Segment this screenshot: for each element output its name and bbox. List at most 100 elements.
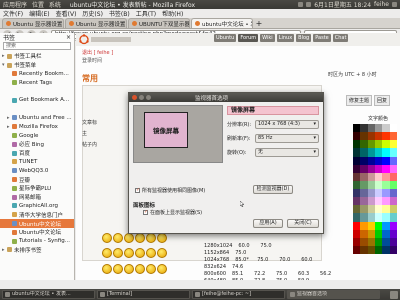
color-swatch[interactable] [353, 180, 361, 189]
smiley-icon[interactable] [146, 263, 156, 274]
color-swatch[interactable] [382, 221, 390, 230]
color-swatch[interactable] [375, 189, 383, 198]
close-icon[interactable] [132, 95, 137, 100]
color-swatch[interactable] [353, 221, 361, 230]
color-swatch[interactable] [375, 205, 383, 214]
menu-bookmarks[interactable]: 书签(B) [109, 9, 130, 18]
rotation-select[interactable]: 无 ▾ [255, 148, 319, 157]
color-swatch[interactable] [382, 148, 390, 157]
smiley-icon[interactable] [146, 233, 156, 243]
dialog-titlebar[interactable]: 监视器首选项 [129, 93, 323, 102]
sidebar-search-input[interactable]: 搜索 [3, 42, 71, 50]
color-swatch[interactable] [375, 172, 383, 181]
sidebar-item[interactable]: ▸ Ubuntu and Free ... [0, 114, 74, 123]
color-swatch[interactable] [389, 189, 397, 198]
apply-button[interactable]: 应用(A) [253, 219, 283, 228]
sidebar-item[interactable]: WebQQ3.0 [0, 166, 74, 175]
color-swatch[interactable] [375, 197, 383, 206]
mirror-checkbox[interactable]: ✓ [135, 188, 140, 193]
color-swatch[interactable] [367, 197, 375, 206]
color-swatch[interactable] [389, 124, 397, 133]
color-swatch[interactable] [389, 197, 397, 206]
menu-edit[interactable]: 编辑(E) [29, 9, 49, 18]
color-swatch[interactable] [360, 229, 368, 238]
sidebar-item[interactable]: ▸ 未排序书签 [0, 246, 74, 255]
color-swatch[interactable] [382, 132, 390, 141]
color-swatch[interactable] [382, 164, 390, 173]
color-swatch[interactable] [360, 140, 368, 149]
editor-tab[interactable]: 修复主题 [346, 95, 373, 106]
color-swatch[interactable] [367, 221, 375, 230]
sidebar-item[interactable]: Recently Bookm... [0, 70, 74, 79]
color-swatch[interactable] [382, 189, 390, 198]
user-name[interactable]: feihe [374, 1, 389, 8]
menu-history[interactable]: 历史(S) [82, 9, 103, 18]
sidebar-item[interactable]: Ubuntu中文论坛 [0, 219, 74, 228]
color-swatch[interactable] [382, 213, 390, 222]
color-swatch[interactable] [382, 156, 390, 165]
sidebar-item[interactable]: ▸ 书签工具栏 [0, 52, 74, 61]
color-swatch[interactable] [353, 237, 361, 246]
color-swatch[interactable] [360, 148, 368, 157]
color-swatch[interactable] [353, 245, 361, 254]
color-swatch[interactable] [360, 245, 368, 254]
smiley-icon[interactable] [157, 233, 167, 243]
resolution-select[interactable]: 1024 x 768 (4:3) ▾ [255, 120, 319, 129]
color-swatch[interactable] [367, 140, 375, 149]
color-swatch[interactable] [353, 213, 361, 222]
color-swatch[interactable] [389, 229, 397, 238]
color-swatch[interactable] [353, 189, 361, 198]
smiley-icon[interactable] [102, 263, 112, 274]
color-swatch[interactable] [367, 156, 375, 165]
color-swatch[interactable] [375, 164, 383, 173]
trash-icon[interactable] [390, 290, 398, 299]
color-swatch[interactable] [360, 132, 368, 141]
smiley-icon[interactable] [124, 233, 134, 243]
nav-paste[interactable]: Paste [313, 34, 331, 42]
color-swatch[interactable] [353, 132, 361, 141]
browser-tab[interactable]: UBUNTU下双显示器设置... [128, 18, 190, 28]
color-swatch[interactable] [389, 148, 397, 157]
smiley-icon[interactable] [135, 263, 145, 274]
sidebar-item[interactable]: TUNET [0, 158, 74, 167]
color-swatch[interactable] [353, 164, 361, 173]
color-swatch[interactable] [389, 180, 397, 189]
sidebar-item[interactable] [0, 105, 74, 114]
ubuntu-logo[interactable] [78, 34, 148, 45]
nav-forum[interactable]: Forum [238, 34, 259, 42]
browser-tab[interactable]: Ubuntu 显示器设置 - Google... [2, 18, 64, 28]
sidebar-item[interactable]: 清华大学信息门户 [0, 210, 74, 219]
sidebar-item[interactable]: GraphicAll.org [0, 202, 74, 211]
color-swatch[interactable] [367, 245, 375, 254]
sidebar-item[interactable]: Tutorials - Synfig... [0, 237, 74, 246]
taskbar-item-monitor-prefs[interactable]: 监视器首选项 [287, 290, 380, 299]
sidebar-item[interactable]: Recent Tags [0, 78, 74, 87]
smiley-icon[interactable] [157, 248, 167, 259]
color-swatch[interactable] [367, 124, 375, 133]
sidebar-item[interactable]: Ubuntu中文论坛 [0, 228, 74, 237]
browser-tab-active[interactable]: ubuntu中文论坛 • 发表新帖 [191, 18, 253, 28]
color-swatch[interactable] [353, 148, 361, 157]
menu-applications[interactable]: 应用程序 [3, 2, 27, 9]
color-swatch[interactable] [375, 140, 383, 149]
detect-monitors-button[interactable]: 检测监视器(D) [253, 185, 293, 194]
power-icon[interactable] [392, 2, 397, 7]
nav-linux[interactable]: Linux [276, 34, 295, 42]
smiley-icon[interactable] [124, 248, 134, 259]
nav-chat[interactable]: Chat [332, 34, 349, 42]
color-swatch[interactable] [360, 213, 368, 222]
clock[interactable]: 6月1日星期五 18:24 [314, 0, 371, 9]
smiley-icon[interactable] [157, 263, 167, 274]
color-swatch[interactable] [375, 213, 383, 222]
color-swatch[interactable] [382, 245, 390, 254]
mirror-label[interactable]: 所有监视器使用相同图像(M) [142, 187, 205, 194]
color-swatch[interactable] [389, 156, 397, 165]
color-swatch[interactable] [382, 229, 390, 238]
color-swatch[interactable] [353, 205, 361, 214]
color-swatch[interactable] [382, 205, 390, 214]
sidebar-item[interactable]: ▸ Mozilla Firefox [0, 122, 74, 131]
color-swatch[interactable] [389, 140, 397, 149]
editor-tab[interactable]: 回复 [374, 95, 391, 106]
maximize-icon[interactable] [146, 95, 151, 100]
color-swatch[interactable] [375, 229, 383, 238]
